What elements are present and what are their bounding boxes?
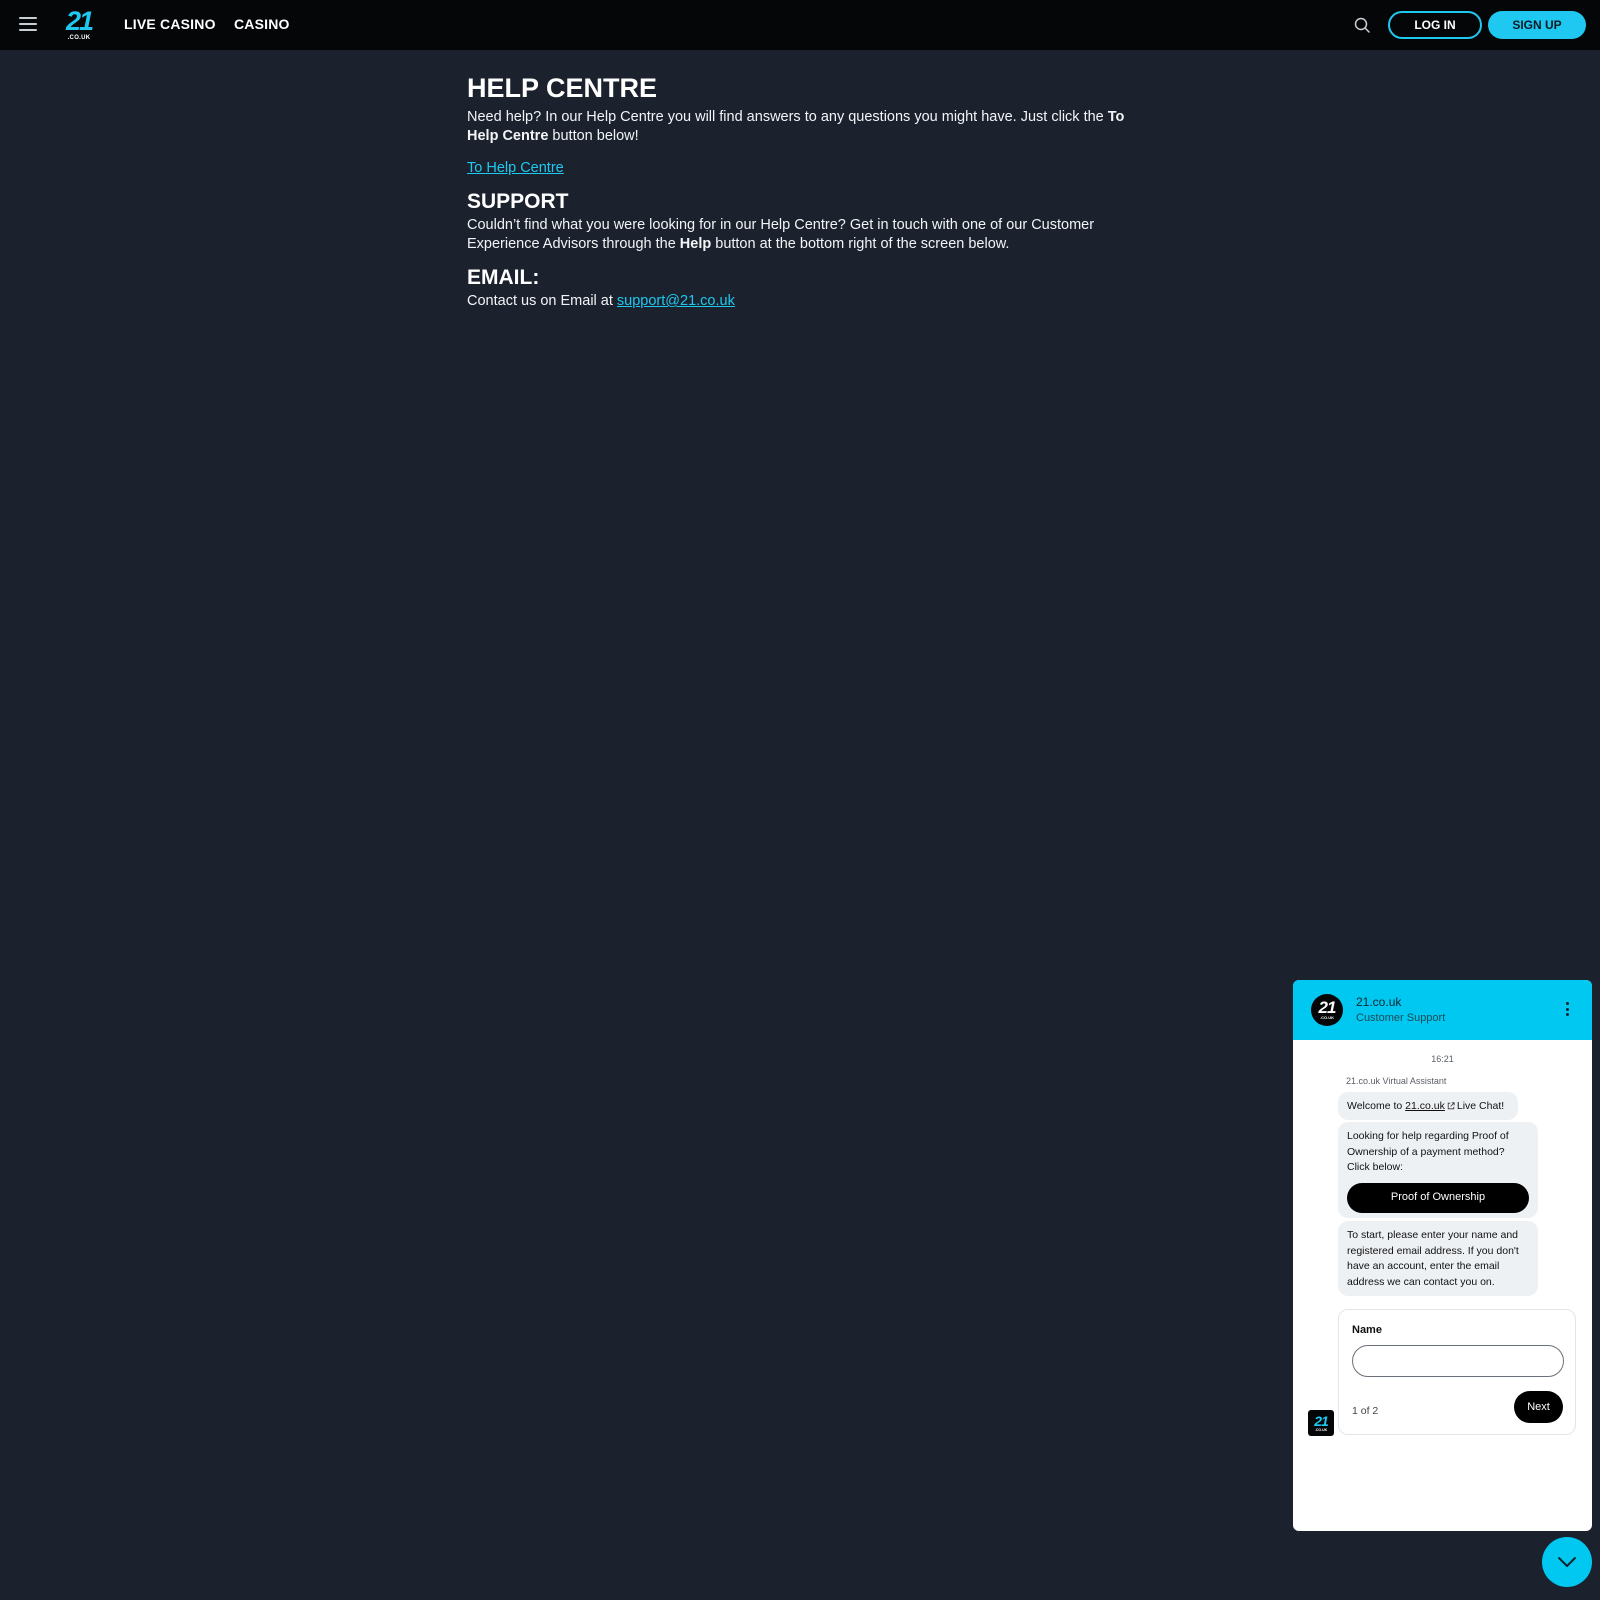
help-content: HELP CENTRE Need help? In our Help Centr… — [467, 70, 1147, 311]
email-title: EMAIL: — [467, 266, 540, 289]
hamburger-menu-icon[interactable] — [19, 17, 37, 31]
welcome-message: Welcome to 21.co.uk Live Chat! — [1338, 1092, 1518, 1120]
external-link-icon — [1447, 1102, 1455, 1110]
name-input[interactable] — [1352, 1345, 1564, 1377]
more-options-icon[interactable] — [1566, 1002, 1570, 1016]
welcome-prefix: Welcome to — [1347, 1100, 1403, 1112]
chat-widget: 21 .CO.UK 21.co.uk Customer Support 16:2… — [1293, 980, 1592, 1531]
help-centre-text: Need help? In our Help Centre you will f… — [467, 108, 1147, 146]
form-step-indicator: 1 of 2 — [1352, 1405, 1379, 1417]
help-text-part1: Need help? In our Help Centre you will f… — [467, 109, 1104, 125]
help-centre-title: HELP CENTRE — [467, 73, 658, 103]
bot-avatar-domain: .CO.UK — [1314, 1427, 1328, 1432]
bot-avatar: 21 .CO.UK — [1308, 1410, 1334, 1436]
logo-domain: .CO.UK — [67, 35, 91, 41]
to-help-centre-link[interactable]: To Help Centre — [467, 160, 564, 176]
email-text: Contact us on Email at — [467, 293, 613, 309]
welcome-link[interactable]: 21.co.uk — [1405, 1100, 1445, 1112]
top-nav-bar: 21 .CO.UK LIVE CASINO CASINO LOG IN SIGN… — [0, 0, 1600, 50]
proof-text: Looking for help regarding Proof of Owne… — [1347, 1130, 1509, 1173]
chat-toggle-button[interactable] — [1542, 1537, 1592, 1587]
email-text-row: Contact us on Email at support@21.co.uk — [467, 292, 1147, 311]
nav-casino[interactable]: CASINO — [234, 16, 290, 32]
start-instructions-message: To start, please enter your name and reg… — [1338, 1221, 1538, 1296]
chat-header: 21 .CO.UK 21.co.uk Customer Support — [1293, 980, 1592, 1040]
help-link-row: To Help Centre — [467, 158, 1147, 178]
chat-timestamp: 16:21 — [1431, 1054, 1454, 1064]
site-logo[interactable]: 21 .CO.UK — [64, 8, 94, 42]
next-button[interactable]: Next — [1514, 1391, 1563, 1423]
support-email-link[interactable]: support@21.co.uk — [617, 293, 735, 309]
support-text: Couldn’t find what you were looking for … — [467, 216, 1147, 254]
nav-live-casino[interactable]: LIVE CASINO — [124, 16, 216, 32]
chat-brand-avatar: 21 .CO.UK — [1311, 994, 1343, 1026]
login-button[interactable]: LOG IN — [1388, 11, 1482, 39]
name-label: Name — [1352, 1324, 1382, 1336]
support-text-bold: Help — [679, 236, 712, 252]
welcome-suffix: Live Chat! — [1456, 1100, 1505, 1112]
chat-sender-name: 21.co.uk Virtual Assistant — [1346, 1076, 1447, 1086]
support-title: SUPPORT — [467, 190, 569, 213]
help-text-part2: button below! — [552, 128, 639, 144]
proof-of-ownership-button[interactable]: Proof of Ownership — [1347, 1182, 1529, 1213]
name-form-card: Name 1 of 2 Next — [1338, 1309, 1576, 1435]
bot-avatar-number: 21 — [1314, 1412, 1329, 1429]
chat-avatar-domain: .CO.UK — [1320, 1015, 1334, 1020]
chevron-down-icon — [1558, 1557, 1576, 1567]
proof-of-ownership-message: Looking for help regarding Proof of Owne… — [1338, 1122, 1538, 1218]
chat-title: 21.co.uk — [1356, 995, 1402, 1009]
logo-number: 21 — [65, 6, 94, 36]
signup-button[interactable]: SIGN UP — [1488, 11, 1586, 39]
chat-subtitle: Customer Support — [1356, 1012, 1446, 1024]
search-icon[interactable] — [1353, 16, 1371, 34]
chat-avatar-number: 21 — [1318, 998, 1337, 1017]
support-text-part2: button at the bottom right of the screen… — [715, 236, 1010, 252]
